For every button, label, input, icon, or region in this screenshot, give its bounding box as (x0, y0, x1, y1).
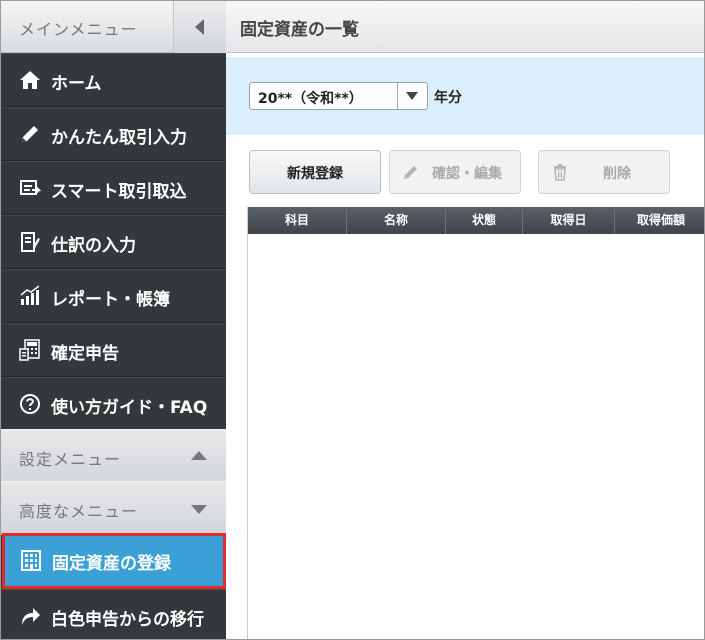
sidebar-item-label: レポート・帳簿 (51, 290, 170, 310)
app-window: メインメニュー ホーム かんたん取引入力 スマート取引取込 仕訳の入力 レポート… (0, 0, 705, 640)
column-header-acquisition-cost[interactable]: 取得価額 (615, 207, 704, 234)
trash-icon (554, 164, 566, 181)
table-header: 科目 名称 状態 取得日 取得価額 (248, 207, 704, 234)
sidebar-item-reports[interactable]: レポート・帳簿 (1, 269, 226, 323)
sidebar-item-label: 確定申告 (51, 344, 119, 364)
chevron-down-icon (406, 92, 418, 100)
page-title: 固定資産の一覧 (240, 20, 359, 40)
settings-menu-toggle[interactable]: 設定メニュー (1, 429, 226, 483)
arrow-icon (22, 608, 40, 625)
sidebar-item-label: 仕訳の入力 (51, 236, 136, 256)
sidebar: メインメニュー ホーム かんたん取引入力 スマート取引取込 仕訳の入力 レポート… (1, 1, 226, 639)
filter-bar: 20**（令和**） 年分 (226, 57, 704, 135)
sidebar-item-journal[interactable]: 仕訳の入力 (1, 215, 226, 269)
sidebar-item-guide-faq[interactable]: 使い方ガイド・FAQ (1, 377, 226, 431)
column-header-status[interactable]: 状態 (446, 207, 523, 234)
sidebar-item-migrate[interactable]: 白色申告からの移行 (1, 589, 226, 639)
fixed-assets-table: 科目 名称 状態 取得日 取得価額 (247, 207, 704, 639)
home-icon (20, 71, 40, 89)
page-header: 固定資産の一覧 (226, 1, 704, 53)
chevron-left-icon (195, 19, 204, 35)
sidebar-item-tax-return[interactable]: 確定申告 (1, 323, 226, 377)
calculator-icon (19, 339, 40, 361)
journal-icon (21, 232, 40, 252)
sidebar-header-title: メインメニュー (19, 20, 138, 39)
column-header-acquisition-date[interactable]: 取得日 (523, 207, 615, 234)
sidebar-item-label: 白色申告からの移行 (51, 610, 204, 630)
sidebar-item-label: 使い方ガイド・FAQ (51, 398, 208, 418)
sidebar-item-label: 固定資産の登録 (52, 554, 171, 574)
sidebar-item-label: スマート取引取込 (51, 182, 187, 202)
import-icon (20, 180, 41, 195)
sidebar-item-fixed-assets[interactable]: 固定資産の登録 (2, 533, 226, 589)
delete-button[interactable]: 削除 (538, 150, 670, 194)
sidebar-item-label: かんたん取引入力 (51, 128, 187, 148)
select-divider (397, 83, 398, 109)
sidebar-header: メインメニュー (1, 1, 226, 53)
new-registration-label: 新規登録 (287, 166, 343, 182)
building-icon (21, 550, 41, 571)
help-icon (20, 394, 40, 414)
new-registration-button[interactable]: 新規登録 (249, 150, 381, 194)
advanced-menu-label: 高度なメニュー (19, 502, 139, 521)
sidebar-item-smart-import[interactable]: スマート取引取込 (1, 161, 226, 215)
year-suffix-label: 年分 (434, 90, 462, 106)
year-select-value: 20**（令和**） (258, 91, 363, 107)
delete-label: 削除 (603, 166, 631, 182)
confirm-edit-label: 確認・編集 (432, 166, 502, 182)
sidebar-item-easy-entry[interactable]: かんたん取引入力 (1, 107, 226, 161)
year-select[interactable]: 20**（令和**） (249, 82, 428, 110)
column-header-account[interactable]: 科目 (248, 207, 347, 234)
collapse-sidebar-button[interactable] (173, 1, 226, 53)
chevron-up-icon (191, 451, 207, 460)
advanced-menu-toggle[interactable]: 高度なメニュー (1, 481, 226, 535)
settings-menu-label: 設定メニュー (19, 450, 122, 469)
column-header-name[interactable]: 名称 (347, 207, 446, 234)
pencil-icon (22, 126, 38, 142)
pencil-icon (404, 166, 417, 179)
sidebar-item-label: ホーム (51, 74, 102, 94)
chevron-down-icon (191, 505, 207, 514)
chart-icon (20, 285, 40, 305)
sidebar-item-home[interactable]: ホーム (1, 53, 226, 107)
main-content: 固定資産の一覧 20**（令和**） 年分 新規登録 確認・編集 削除 科目 名… (226, 1, 704, 639)
confirm-edit-button[interactable]: 確認・編集 (389, 150, 521, 194)
